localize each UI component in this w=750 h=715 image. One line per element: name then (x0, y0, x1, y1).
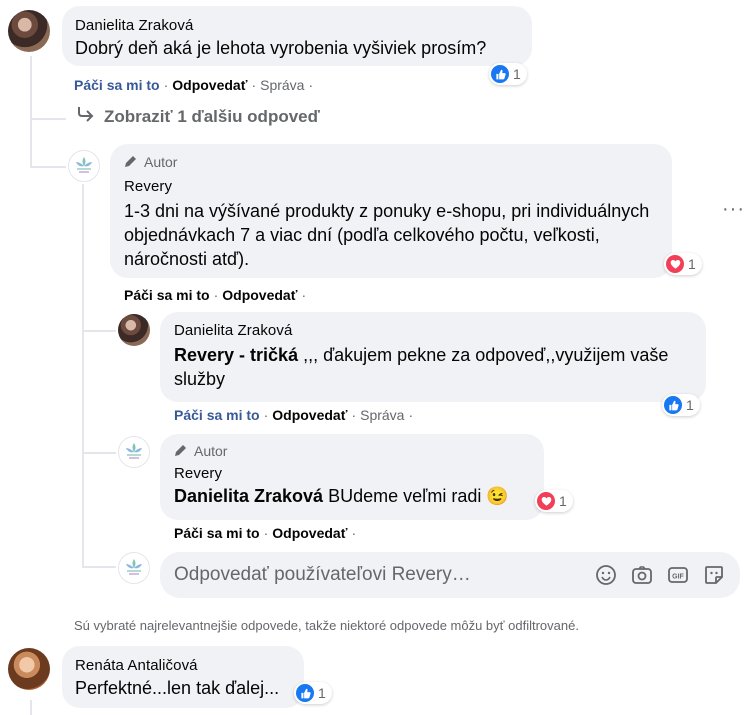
sticker-icon[interactable] (702, 563, 726, 587)
show-more-label: Zobraziť 1 ďalšiu odpoveď (104, 106, 320, 126)
reply-button[interactable]: Odpovedať (222, 287, 297, 303)
avatar (118, 552, 150, 584)
reply-actions: Páči sa mi to · Odpovedať · Správa · (174, 407, 414, 423)
comment-text: Perfektné...len tak ďalej... (75, 678, 280, 698)
reply-button[interactable]: Odpovedať (172, 77, 247, 93)
author-badge: Autor (174, 442, 530, 460)
emoji-icon[interactable] (594, 563, 618, 587)
like-button[interactable]: Páči sa mi to (174, 525, 260, 541)
reaction-count: 1 (559, 493, 567, 509)
reply-actions: Páči sa mi to · Odpovedať · (174, 525, 357, 541)
reply-bubble: Danielita Zraková Revery - tričká ,,, ďa… (160, 312, 706, 402)
reply-text: Danielita Zraková BUdeme veľmi radi 😉 (174, 486, 509, 506)
reply-input-box: GIF (160, 552, 740, 598)
thread-line-nested-c1 (82, 330, 116, 332)
comment-text: Dobrý deň aká je lehota vyrobenia vyšivi… (75, 38, 487, 58)
reaction-count: 1 (686, 397, 694, 413)
svg-text:GIF: GIF (672, 574, 684, 581)
like-icon (296, 684, 314, 702)
camera-icon[interactable] (630, 563, 654, 587)
thread-line-nested-c3 (82, 566, 116, 568)
reply-text: Revery - tričká ,,, ďakujem pekne za odp… (174, 345, 669, 389)
thread-line-nested-c2 (82, 452, 116, 454)
reaction-badge[interactable]: 1 (535, 490, 573, 512)
avatar[interactable] (8, 648, 50, 690)
reaction-badge[interactable]: 1 (294, 682, 332, 704)
thread-line-nested (82, 184, 84, 566)
message-button[interactable]: Správa (360, 407, 404, 423)
like-icon (664, 396, 682, 414)
mention-link[interactable]: Danielita Zraková (174, 486, 323, 506)
reply-text: 1-3 dni na výšívané produkty z ponuky e-… (124, 201, 650, 269)
comment-author[interactable]: Danielita Zraková (75, 16, 519, 36)
reply-arrow-icon (76, 106, 94, 127)
comment-author[interactable]: Renáta Antaličová (75, 656, 291, 676)
wink-emoji-icon: 😉 (486, 486, 509, 506)
reply-button[interactable]: Odpovedať (272, 407, 347, 423)
like-button[interactable]: Páči sa mi to (174, 407, 260, 423)
author-badge: Autor (124, 153, 658, 171)
more-options-icon[interactable]: ··· (722, 198, 745, 221)
filter-notice: Sú vybraté najrelevantnejšie odpovede, t… (74, 618, 579, 633)
reaction-count: 1 (513, 66, 521, 82)
reply-author[interactable]: Revery (124, 177, 658, 197)
thread-line-curve1 (30, 118, 66, 120)
reply-author[interactable]: Revery (174, 464, 530, 484)
reply-actions: Páči sa mi to · Odpovedať · (124, 287, 307, 303)
reply-author[interactable]: Danielita Zraková (174, 321, 692, 341)
reaction-count: 1 (688, 256, 696, 272)
thread-line-curve2 (30, 166, 66, 168)
mention-link[interactable]: Revery - tričká (174, 345, 298, 365)
avatar[interactable] (118, 436, 150, 468)
reply-input[interactable] (174, 564, 594, 586)
comment-actions: Páči sa mi to · Odpovedať · Správa · (74, 77, 314, 93)
avatar[interactable] (68, 150, 100, 182)
message-button[interactable]: Správa (260, 77, 304, 93)
reaction-count: 1 (318, 685, 326, 701)
pencil-icon (174, 443, 188, 460)
like-button[interactable]: Páči sa mi to (124, 287, 210, 303)
revery-logo-icon (76, 157, 92, 173)
reply-bubble: Autor Revery 1-3 dni na výšívané produkt… (110, 144, 672, 278)
reaction-badge[interactable]: 1 (664, 253, 702, 275)
revery-logo-icon (126, 443, 142, 459)
avatar[interactable] (8, 10, 50, 52)
thread-line-bottom (30, 700, 32, 715)
thread-line-main (30, 56, 32, 168)
reply-button[interactable]: Odpovedať (272, 525, 347, 541)
reaction-badge[interactable]: 1 (662, 394, 700, 416)
pencil-icon (124, 154, 138, 171)
comment-bubble: Danielita Zraková Dobrý deň aká je lehot… (62, 6, 532, 66)
gif-icon[interactable]: GIF (666, 563, 690, 587)
heart-icon (666, 255, 684, 273)
heart-icon (537, 492, 555, 510)
show-more-replies[interactable]: Zobraziť 1 ďalšiu odpoveď (76, 106, 320, 127)
comment-bubble: Renáta Antaličová Perfektné...len tak ďa… (62, 646, 304, 708)
input-toolbar: GIF (594, 563, 726, 587)
reaction-badge[interactable]: 1 (489, 63, 527, 85)
revery-logo-icon (126, 559, 142, 575)
like-icon (491, 65, 509, 83)
avatar[interactable] (118, 314, 150, 346)
reply-bubble: Autor Revery Danielita Zraková BUdeme ve… (160, 434, 544, 520)
like-button[interactable]: Páči sa mi to (74, 77, 160, 93)
